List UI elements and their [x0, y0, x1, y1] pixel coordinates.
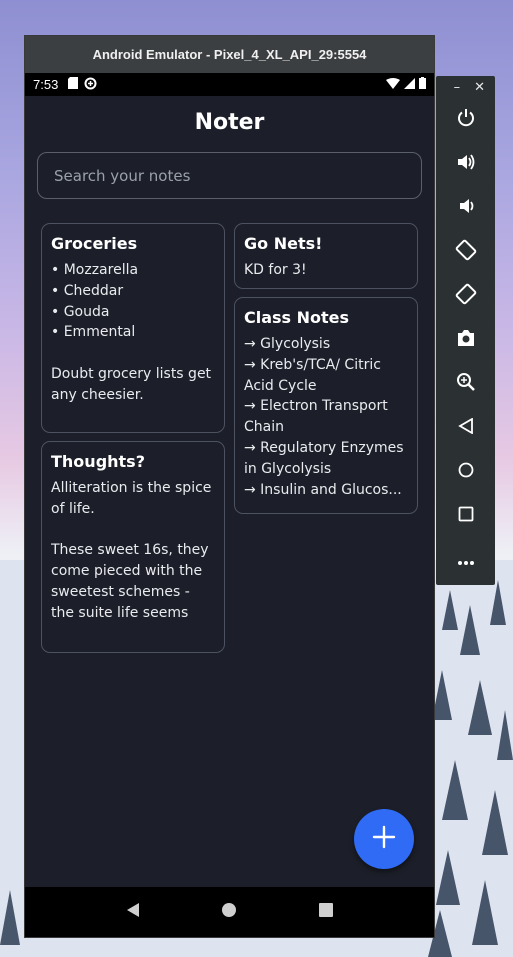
- emulator-title: Android Emulator - Pixel_4_XL_API_29:555…: [92, 47, 367, 62]
- battery-icon: [419, 77, 426, 92]
- volume-down-icon: [456, 196, 476, 220]
- rotate-left-button[interactable]: [436, 230, 495, 274]
- note-title: Thoughts?: [51, 452, 145, 471]
- note-line: • Emmental: [51, 324, 136, 341]
- nav-home-icon[interactable]: [221, 902, 237, 922]
- home-icon: [458, 462, 474, 482]
- note-line: → Insulin and Glucos...: [244, 481, 402, 498]
- note-line: → Regulatory Enzymes in Glycolysis: [244, 439, 404, 477]
- note-line: Doubt grocery lists get any cheesier.: [51, 365, 212, 403]
- wifi-icon: [386, 77, 400, 92]
- note-line: → Glycolysis: [244, 336, 331, 352]
- note-line: These sweet 16s, they come pieced with t…: [51, 542, 209, 621]
- emulator-window: Android Emulator - Pixel_4_XL_API_29:555…: [25, 36, 434, 937]
- note-blank-line: [51, 343, 215, 364]
- rotate-right-button[interactable]: [436, 274, 495, 318]
- zoom-button[interactable]: [436, 362, 495, 406]
- more-icon: [457, 551, 475, 570]
- back-button[interactable]: [436, 406, 495, 450]
- note-line: → Kreb's/TCA/ Citric Acid Cycle: [244, 356, 381, 394]
- nav-back-icon[interactable]: [125, 902, 141, 922]
- app-title: Noter: [194, 110, 265, 135]
- note-blank-line: [51, 520, 215, 541]
- power-button[interactable]: [436, 98, 495, 142]
- overview-button[interactable]: [436, 494, 495, 538]
- back-icon: [457, 417, 474, 438]
- overview-icon: [458, 506, 474, 526]
- note-card-thoughts[interactable]: Thoughts? Alliteration is the spice of l…: [41, 441, 225, 653]
- minimize-icon[interactable]: –: [454, 80, 461, 95]
- note-card-go-nets[interactable]: Go Nets! KD for 3!: [234, 223, 418, 289]
- volume-up-button[interactable]: [436, 142, 495, 186]
- rotate-left-icon: [455, 239, 477, 265]
- note-title: Go Nets!: [244, 234, 323, 253]
- status-time: 7:53: [33, 77, 59, 92]
- camera-icon: [456, 329, 476, 351]
- note-title: Class Notes: [244, 308, 350, 327]
- screenshot-button[interactable]: [436, 318, 495, 362]
- note-line: • Mozzarella: [51, 262, 139, 278]
- android-nav-bar: [25, 887, 434, 937]
- toolbar-window-controls: – ✕: [436, 76, 495, 98]
- noter-app: Noter Search your notes Groceries • Mozz…: [25, 96, 434, 886]
- volume-down-button[interactable]: [436, 186, 495, 230]
- status-bar: 7:53: [25, 73, 434, 96]
- emulator-side-toolbar: – ✕: [436, 76, 495, 585]
- emulator-title-bar: Android Emulator - Pixel_4_XL_API_29:555…: [25, 36, 434, 73]
- plus-icon: [372, 825, 396, 853]
- zoom-icon: [456, 372, 476, 396]
- note-card-groceries[interactable]: Groceries • Mozzarella • Cheddar • Gouda…: [41, 223, 225, 433]
- volume-up-icon: [456, 152, 476, 176]
- note-line: • Cheddar: [51, 282, 124, 299]
- power-icon: [456, 108, 476, 132]
- rotate-right-icon: [455, 283, 477, 309]
- note-line: → Electron Transport Chain: [244, 398, 388, 436]
- note-title: Groceries: [51, 234, 138, 253]
- data-saver-icon: [84, 77, 97, 93]
- note-line: • Gouda: [51, 303, 110, 320]
- add-note-button[interactable]: [354, 809, 414, 869]
- sd-card-icon: [68, 77, 79, 92]
- more-button[interactable]: [436, 538, 495, 582]
- note-line: Alliteration is the spice of life.: [51, 480, 212, 517]
- search-placeholder: Search your notes: [54, 166, 191, 185]
- home-button[interactable]: [436, 450, 495, 494]
- nav-overview-icon[interactable]: [318, 902, 334, 922]
- note-card-class-notes[interactable]: Class Notes → Glycolysis → Kreb's/TCA/ C…: [234, 297, 418, 514]
- search-input[interactable]: Search your notes: [37, 152, 422, 199]
- close-icon[interactable]: ✕: [474, 80, 485, 95]
- note-line: KD for 3!: [244, 262, 307, 278]
- signal-icon: [404, 77, 415, 92]
